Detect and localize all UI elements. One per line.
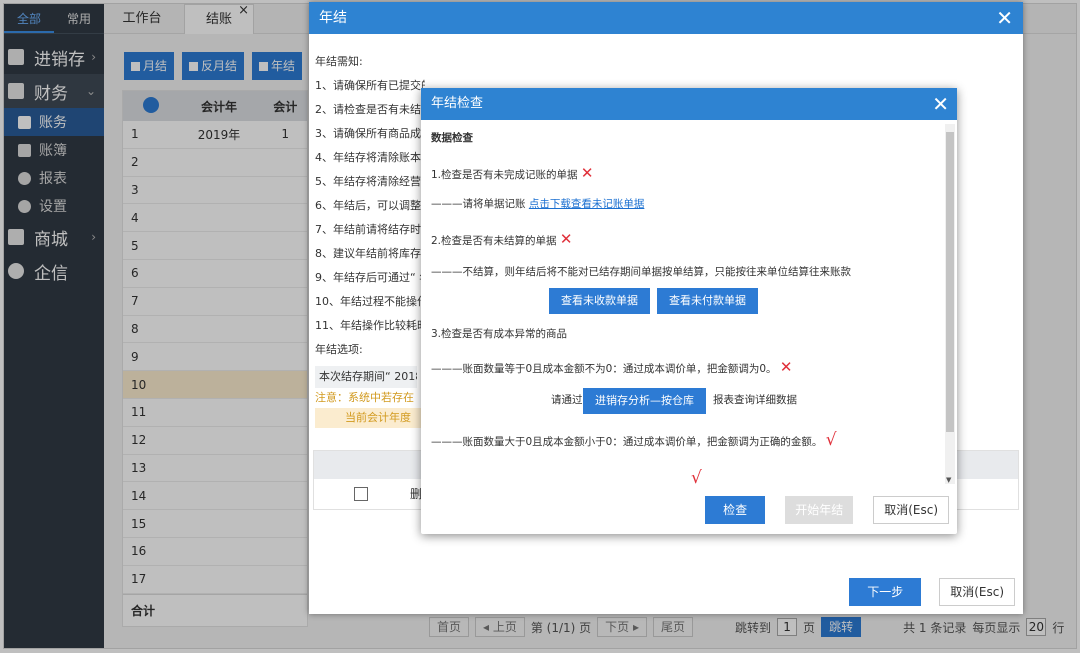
check-content-scroll[interactable]: 数据检查 1.检查是否有未完成记账的单据 ✕ ———请将单据记账 点击下载查看未… (421, 120, 957, 488)
notice-item: 1、请确保所有已提交的单据已记账完成 (315, 79, 425, 92)
section-title: 数据检查 (431, 132, 473, 144)
pass-mark-icon: √ (825, 430, 837, 450)
dialog-footer: 检查 开始年结 取消(Esc) (705, 496, 949, 524)
check-item-1-tip: ———请将单据记账 点击下载查看未记账单据 (431, 196, 644, 211)
notice-title: 年结需知: (315, 55, 363, 68)
fail-mark-icon: ✕ (559, 230, 573, 248)
dialog-title: 年结 (319, 10, 347, 26)
pass-mark-icon: √ (691, 468, 702, 488)
download-unposted-link[interactable]: 点击下载查看未记账单据 (529, 198, 645, 210)
fail-mark-icon: ✕ (580, 164, 594, 182)
start-year-end-button: 开始年结 (785, 496, 854, 524)
next-step-button[interactable]: 下一步 (849, 578, 922, 606)
inventory-analysis-button[interactable]: 进销存分析—按仓库 (583, 388, 706, 414)
notice-item: 8、建议年结前将库存 (315, 247, 421, 260)
check-item-label: 2.检查是否有未结算的单据 (431, 235, 557, 247)
notice-item: 3、请确保所有商品成本 (315, 127, 425, 140)
notice-item: 4、年结存将清除账本 (315, 151, 421, 164)
check-item-label: 1.检查是否有未完成记账的单据 (431, 169, 578, 181)
notice-item: 2、请检查是否有未结算 (315, 103, 425, 116)
period-option[interactable]: 本次结存期间“ 2018 (315, 366, 417, 388)
check-button[interactable]: 检查 (705, 496, 766, 524)
dialog-title: 年结检查 (431, 96, 484, 111)
cancel-button[interactable]: 取消(Esc) (873, 496, 949, 524)
scroll-down-icon[interactable]: ▼ (946, 476, 951, 484)
notice-item: 11、年结操作比较耗时 (315, 319, 425, 332)
notice-item: 9、年结存后可通过“ 年 (315, 271, 425, 284)
check-item-2-tip: ———不结算，则年结后将不能对已结存期间单据按单结算，只能按往来单位结算往来账款 (431, 266, 851, 278)
dialog-header: 年结检查 ✕ (421, 88, 957, 120)
cancel-button[interactable]: 取消(Esc) (939, 578, 1015, 606)
close-icon[interactable]: ✕ (932, 88, 949, 120)
view-unpaid-button[interactable]: 查看未付款单据 (657, 288, 758, 314)
tip-text: ———请将单据记账 (431, 198, 526, 210)
check-item-3-tip2: ———账面数量大于0且成本金额小于0：通过成本调价单，把金额调为正确的金额。 √ (431, 430, 837, 450)
check-item-3: 3.检查是否有成本异常的商品 (431, 328, 568, 340)
current-year-notice: 当前会计年度 (315, 408, 425, 428)
view-unreceived-button[interactable]: 查看未收款单据 (549, 288, 650, 314)
close-icon[interactable]: ✕ (996, 2, 1013, 34)
notice-item: 7、年结前请将结存时间 (315, 223, 425, 236)
scrollbar-thumb[interactable] (946, 132, 954, 432)
notice-item: 10、年结过程不能操作 (315, 295, 425, 308)
check-item-1: 1.检查是否有未完成记账的单据 ✕ (431, 164, 593, 182)
dialog-footer: 下一步 取消(Esc) (849, 578, 1015, 606)
select-checkbox[interactable] (354, 487, 368, 501)
tip-text: ———账面数量大于0且成本金额小于0：通过成本调价单，把金额调为正确的金额。 (431, 436, 823, 448)
notice-item: 5、年结存将清除经营 (315, 175, 421, 188)
dialog-header: 年结 ✕ (309, 2, 1023, 34)
tip-text: ———账面数量等于0且成本金额不为0：通过成本调价单，把金额调为0。 (431, 363, 777, 375)
check-item-3-tip1: ———账面数量等于0且成本金额不为0：通过成本调价单，把金额调为0。 ✕ (431, 358, 792, 376)
check-item-2: 2.检查是否有未结算的单据 ✕ (431, 230, 572, 248)
vertical-scrollbar[interactable]: ▼ (945, 124, 955, 484)
year-end-check-dialog: 年结检查 ✕ 数据检查 1.检查是否有未完成记账的单据 ✕ ———请将单据记账 … (421, 88, 957, 534)
via-suffix: 报表查询详细数据 (713, 394, 797, 406)
notice-item: 6、年结后，可以调整 (315, 199, 421, 212)
fail-mark-icon: ✕ (779, 358, 793, 376)
via-label: 请通过 (551, 394, 583, 406)
pass-mark-glyph: √ (691, 468, 702, 488)
